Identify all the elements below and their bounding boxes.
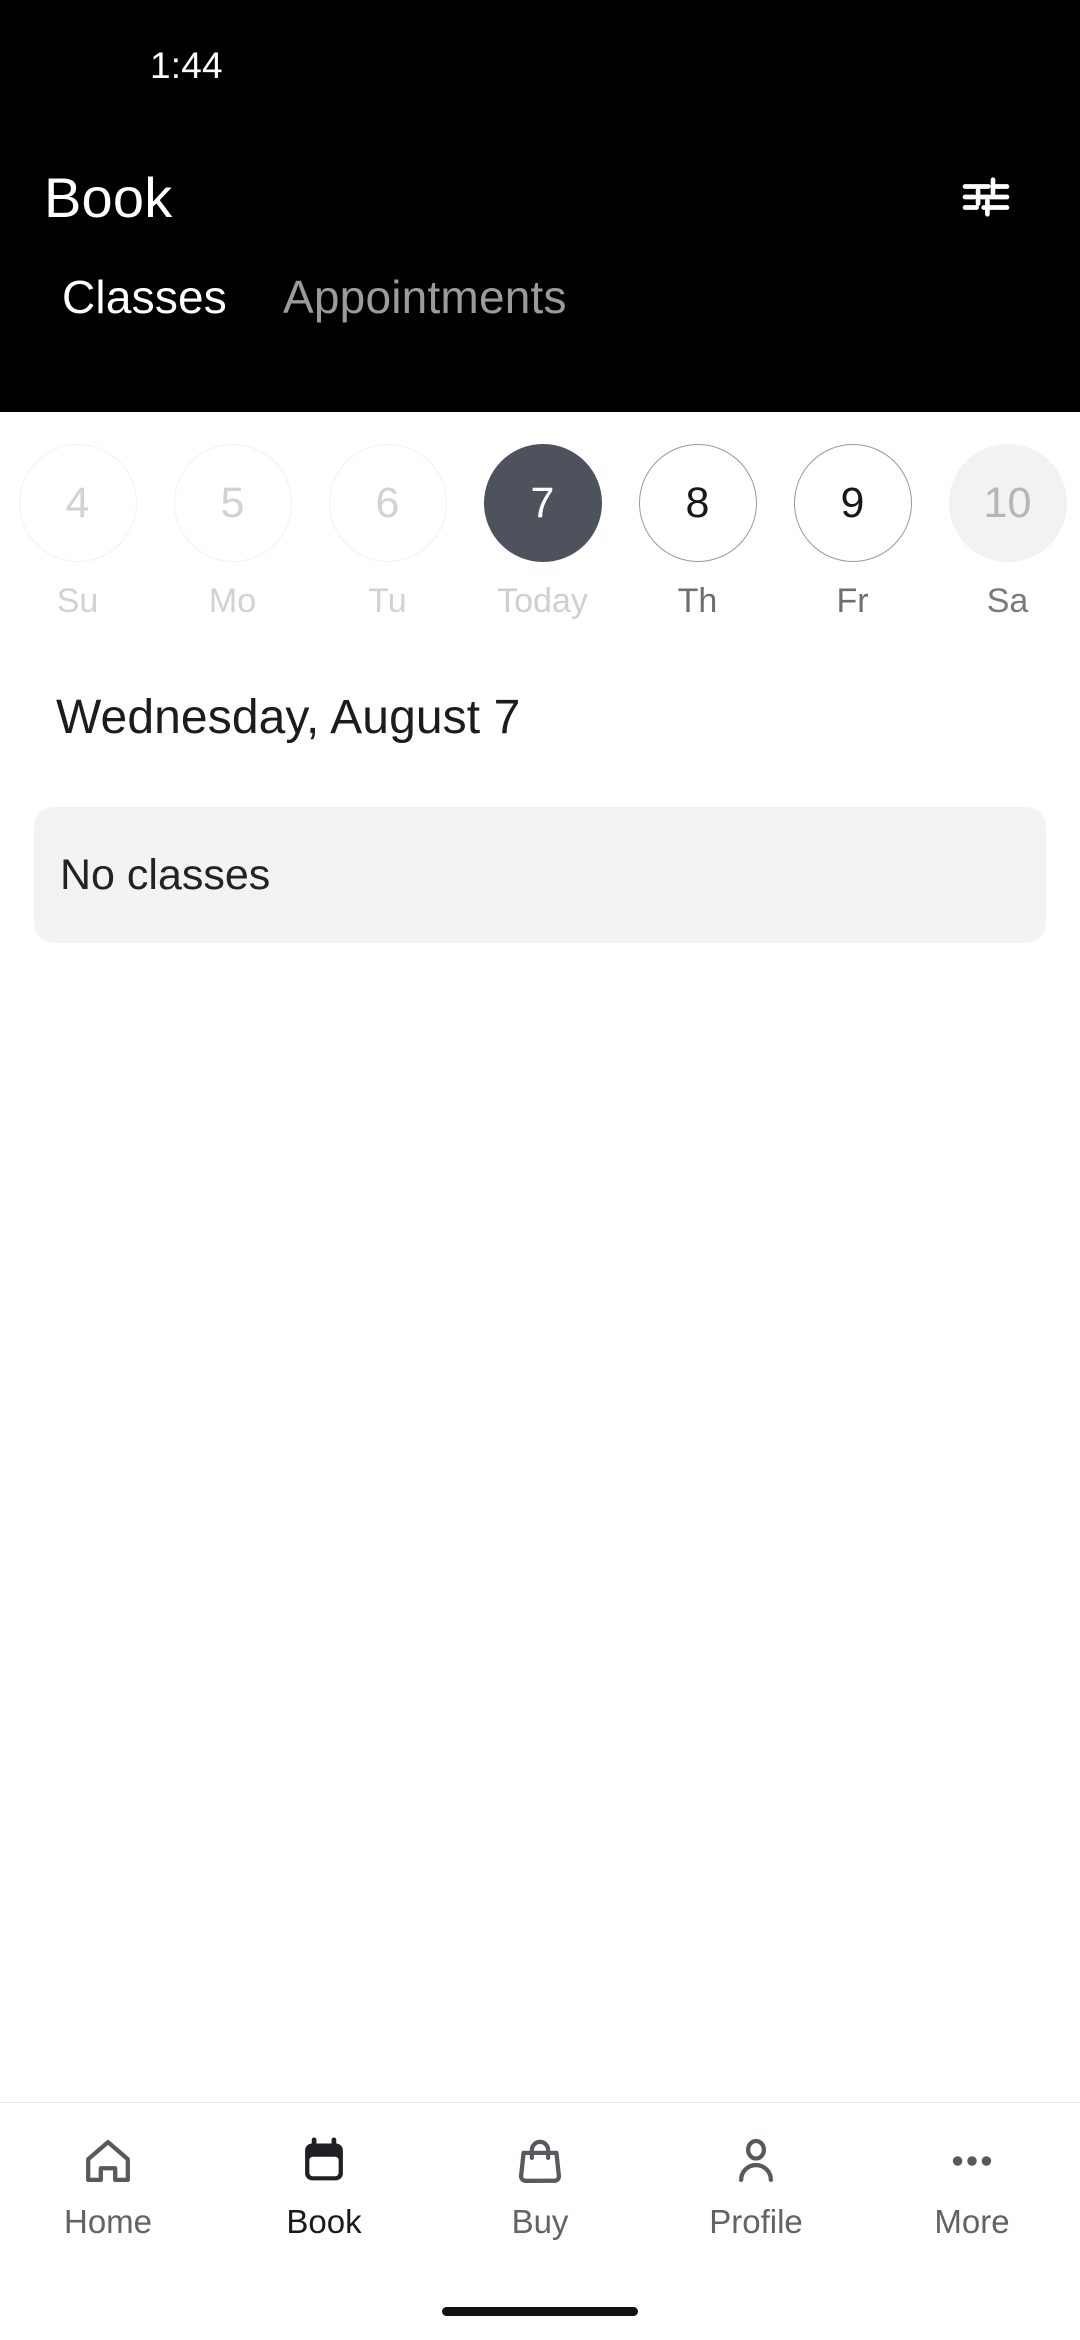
calendar-icon xyxy=(297,2129,351,2193)
date-number: 4 xyxy=(18,444,137,562)
tab-appointments[interactable]: Appointments xyxy=(255,262,595,324)
date-weekday: Fr xyxy=(836,582,869,620)
title-bar: Book xyxy=(0,132,1080,262)
date-cell-7-today[interactable]: 7 Today xyxy=(465,444,620,618)
nav-item-book[interactable]: Book xyxy=(216,2129,432,2238)
nav-item-buy[interactable]: Buy xyxy=(432,2129,648,2238)
status-bar: 1:44 xyxy=(0,0,1080,132)
date-weekday: Today xyxy=(497,582,588,620)
date-number: 10 xyxy=(948,444,1067,562)
tune-sliders-icon xyxy=(958,169,1014,225)
day-heading: Wednesday, August 7 xyxy=(56,691,521,744)
nav-label-more: More xyxy=(934,2203,1010,2240)
shopping-bag-icon xyxy=(513,2129,567,2193)
nav-item-profile[interactable]: Profile xyxy=(648,2129,864,2238)
home-indicator[interactable] xyxy=(442,2306,638,2316)
no-classes-card: No classes xyxy=(34,807,1046,943)
app-screen: 1:44 Book Classes Appointments 4 Su 5 Mo… xyxy=(0,0,1080,2340)
date-cell-6[interactable]: 6 Tu xyxy=(310,444,465,618)
nav-label-buy: Buy xyxy=(511,2203,569,2240)
nav-item-home[interactable]: Home xyxy=(0,2129,216,2238)
date-weekday: Sa xyxy=(986,582,1029,620)
date-cell-9[interactable]: 9 Fr xyxy=(775,444,930,618)
nav-label-profile: Profile xyxy=(709,2203,803,2240)
nav-label-book: Book xyxy=(286,2203,362,2240)
date-weekday: Tu xyxy=(368,582,407,620)
date-number: 6 xyxy=(328,444,447,562)
nav-item-more[interactable]: More xyxy=(864,2129,1080,2238)
date-cell-10[interactable]: 10 Sa xyxy=(930,444,1080,618)
date-number: 7 xyxy=(483,444,602,562)
main-content: Wednesday, August 7 No classes xyxy=(0,628,1080,2102)
person-icon xyxy=(729,2129,783,2193)
date-cell-5[interactable]: 5 Mo xyxy=(155,444,310,618)
date-strip[interactable]: 4 Su 5 Mo 6 Tu 7 Today 8 Th 9 Fr 10 Sa xyxy=(0,412,1080,628)
more-dots-icon xyxy=(945,2129,999,2193)
date-cell-4[interactable]: 4 Su xyxy=(0,444,155,618)
date-number: 9 xyxy=(793,444,912,562)
tab-classes[interactable]: Classes xyxy=(34,262,255,324)
home-icon xyxy=(81,2129,135,2193)
nav-label-home: Home xyxy=(63,2203,153,2240)
date-weekday: Th xyxy=(677,582,718,620)
date-weekday: Su xyxy=(56,582,99,620)
filter-button[interactable] xyxy=(940,151,1032,243)
app-header: 1:44 Book Classes Appointments xyxy=(0,0,1080,412)
home-indicator-area xyxy=(0,2282,1080,2340)
date-number: 5 xyxy=(173,444,292,562)
status-bar-time: 1:44 xyxy=(150,45,223,86)
tab-bar: Classes Appointments xyxy=(0,262,1080,412)
date-weekday: Mo xyxy=(208,582,257,620)
bottom-navigation: Home Book Buy Profile More xyxy=(0,2102,1080,2282)
date-number: 8 xyxy=(638,444,757,562)
page-title: Book xyxy=(44,165,173,229)
date-cell-8[interactable]: 8 Th xyxy=(620,444,775,618)
no-classes-text: No classes xyxy=(60,850,271,899)
